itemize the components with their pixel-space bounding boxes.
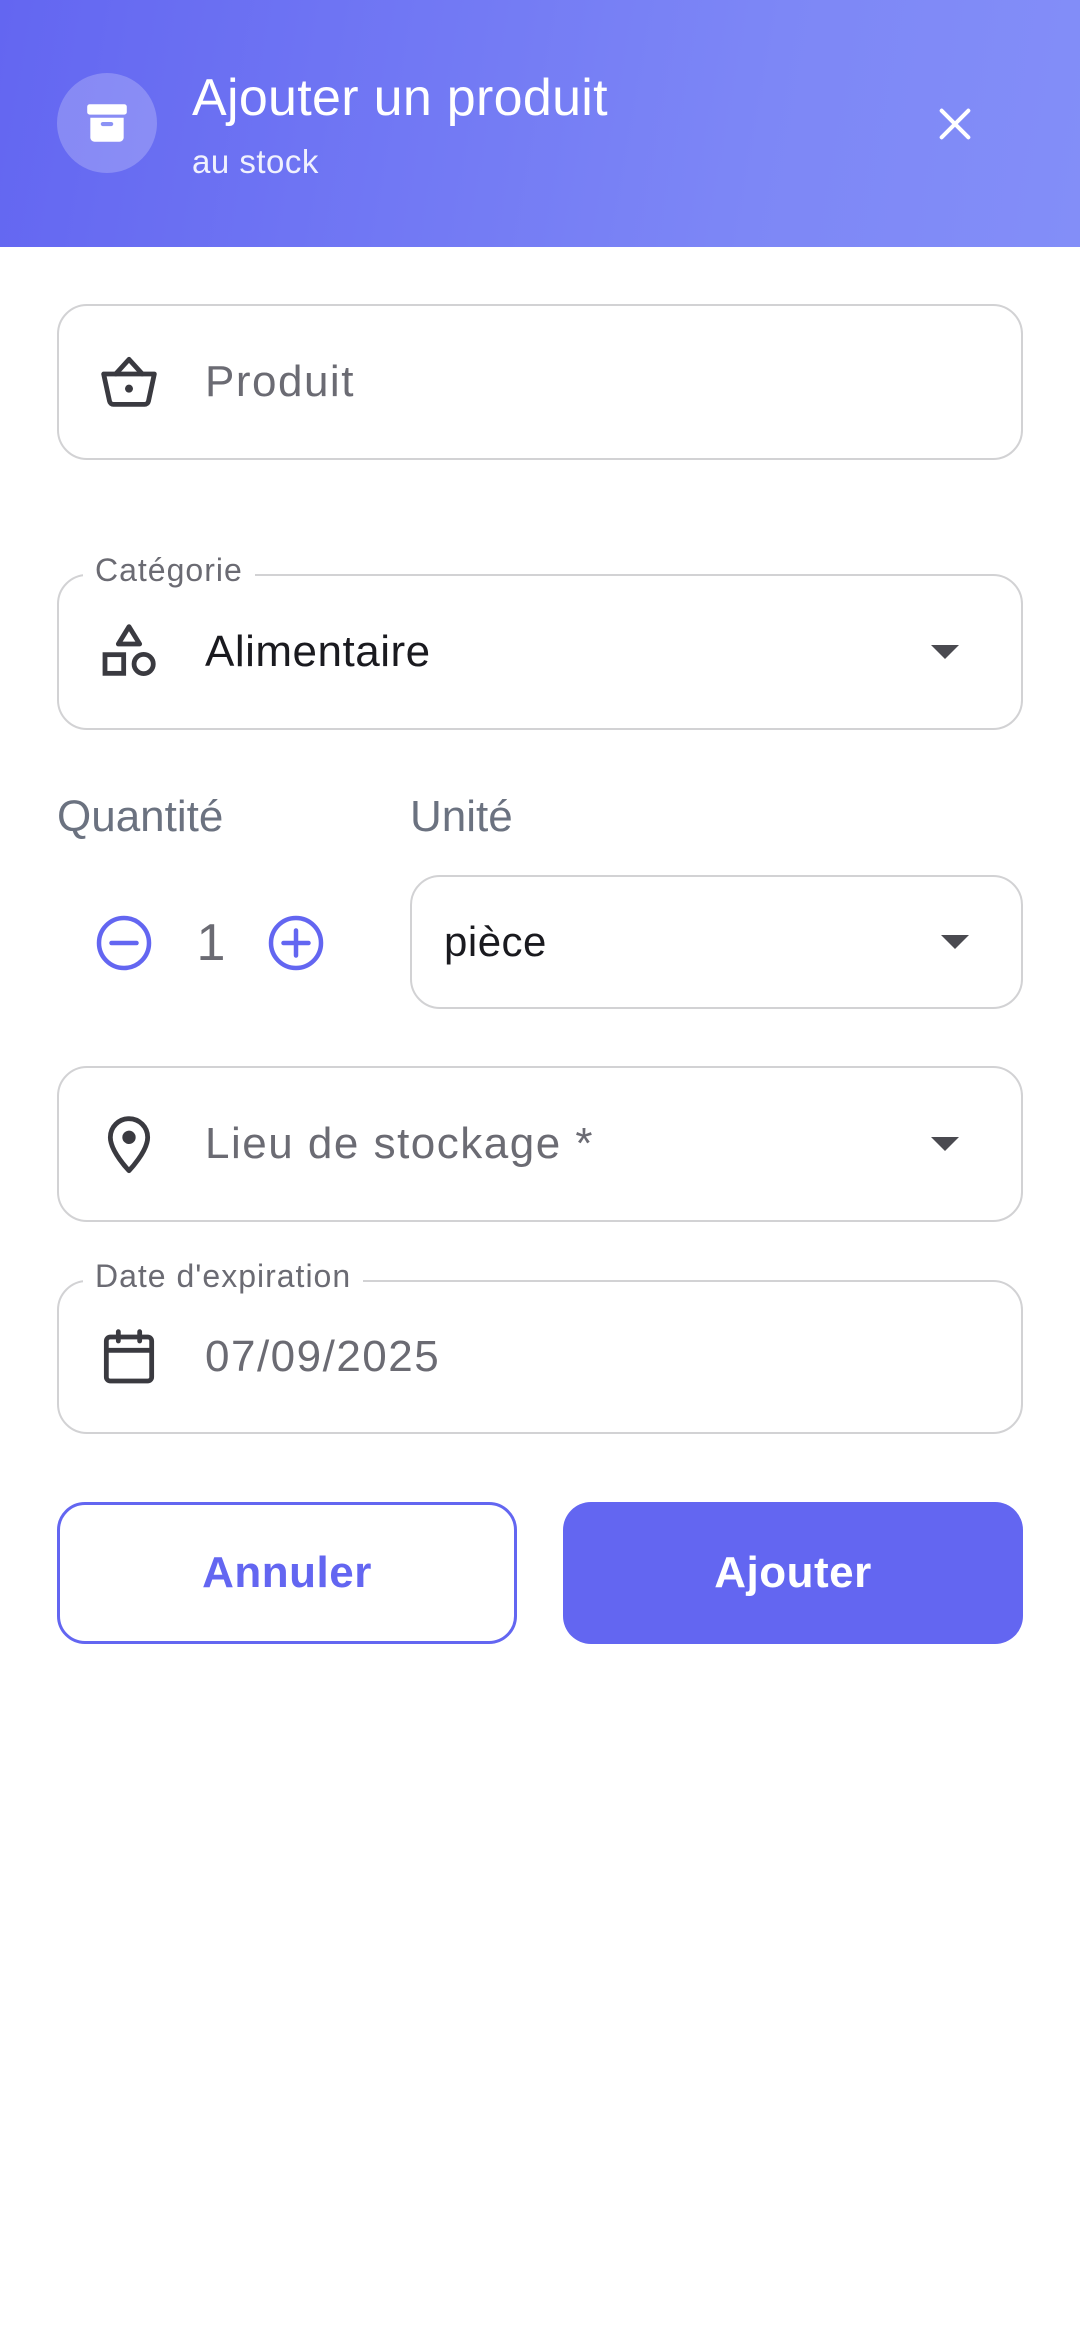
increment-button[interactable] — [265, 912, 327, 974]
decrement-button[interactable] — [93, 912, 155, 974]
expiration-date-field[interactable]: Date d'expiration 07/09/2025 — [57, 1258, 1023, 1434]
calendar-icon — [94, 1322, 164, 1392]
unit-label: Unité — [410, 792, 513, 841]
expiration-date-value: 07/09/2025 — [205, 1332, 441, 1381]
product-input[interactable]: Produit — [57, 304, 1023, 460]
category-select[interactable]: Catégorie Alimentaire — [57, 552, 1023, 730]
category-value: Alimentaire — [205, 627, 431, 676]
header: Ajouter un produit au stock — [0, 0, 1080, 247]
product-placeholder: Produit — [205, 357, 355, 406]
storage-location-placeholder: Lieu de stockage * — [205, 1119, 595, 1168]
quantity-value[interactable]: 1 — [196, 912, 226, 974]
archive-box-icon — [57, 73, 157, 173]
unit-select[interactable]: pièce — [410, 875, 1023, 1009]
minus-circle-icon — [96, 915, 152, 971]
basket-icon — [94, 347, 164, 417]
plus-circle-icon — [268, 915, 324, 971]
quantity-label: Quantité — [57, 792, 224, 841]
chevron-down-icon — [931, 1137, 959, 1151]
storage-location-select[interactable]: Lieu de stockage * — [57, 1066, 1023, 1222]
chevron-down-icon — [931, 645, 959, 659]
unit-value: pièce — [444, 918, 547, 965]
map-pin-icon — [94, 1109, 164, 1179]
close-icon — [939, 108, 971, 140]
category-label: Catégorie — [83, 552, 255, 589]
expiration-date-label: Date d'expiration — [83, 1258, 364, 1295]
add-button[interactable]: Ajouter — [563, 1502, 1023, 1644]
chevron-down-icon — [941, 935, 969, 949]
close-button[interactable] — [920, 92, 990, 156]
add-product-screen: Ajouter un produit au stock Produit Caté… — [0, 0, 1080, 2340]
shapes-icon — [94, 617, 164, 687]
cancel-button[interactable]: Annuler — [57, 1502, 517, 1644]
header-title: Ajouter un produit — [192, 69, 608, 127]
header-subtitle: au stock — [192, 143, 319, 180]
